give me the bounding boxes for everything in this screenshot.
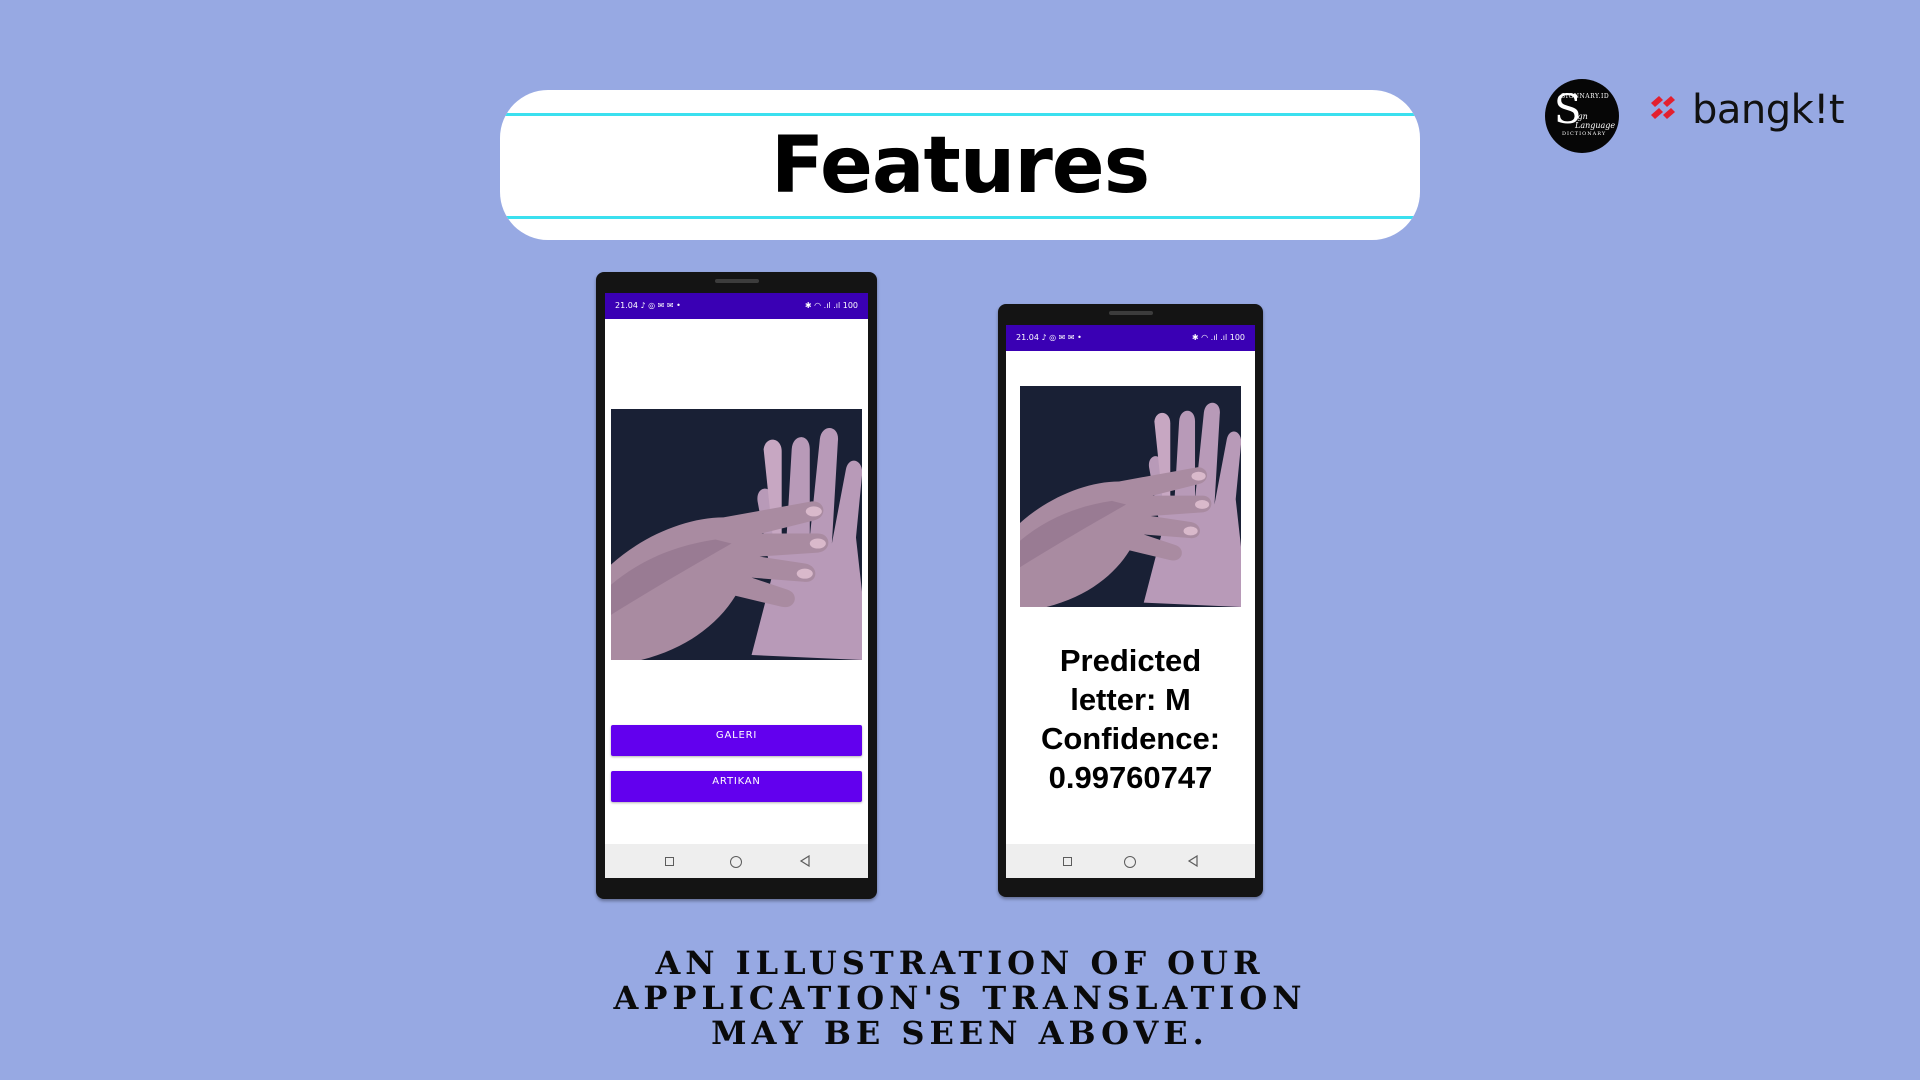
status-bar: 21.04 ♪ ◎ ✉ ✉ • ✱ ◠ .ıl .ıl 100: [605, 293, 868, 319]
bangkit-logo-icon: [1651, 96, 1675, 119]
system-status-icons: ✱ ◠ .ıl .ıl 100: [1191, 333, 1245, 342]
phone-speaker: [714, 279, 759, 283]
slide-caption: AN ILLUSTRATION OF OUR APPLICATION'S TRA…: [560, 946, 1360, 1051]
title-banner: Features: [500, 90, 1420, 240]
caption-line: APPLICATION'S TRANSLATION: [613, 979, 1307, 1017]
artikan-button[interactable]: ARTIKAN: [611, 771, 862, 802]
prediction-line: Confidence:: [1040, 721, 1221, 756]
notification-icons: ♪ ◎ ✉ ✉ •: [640, 301, 681, 310]
prediction-line: Predicted: [1059, 643, 1202, 678]
phone-screen-right: 21.04 ♪ ◎ ✉ ✉ • ✱ ◠ .ıl .ıl 100 Predicte…: [1006, 325, 1255, 878]
prediction-result: Predicted letter: M Confidence: 0.997607…: [1006, 641, 1255, 797]
sign-dictionary-logo: SIGNNARY.ID S ign Language DICTIONARY: [1545, 79, 1619, 153]
galeri-button[interactable]: GALERI: [611, 725, 862, 756]
hand-sign-illustration: [611, 409, 862, 660]
status-time: 21.04: [615, 301, 638, 310]
recent-apps-icon[interactable]: [1063, 857, 1072, 866]
status-time: 21.04: [1016, 333, 1039, 342]
caption-line: AN ILLUSTRATION OF OUR: [655, 944, 1265, 982]
home-icon[interactable]: [1124, 856, 1136, 868]
notification-icons: ♪ ◎ ✉ ✉ •: [1041, 333, 1082, 342]
prediction-line: 0.99760747: [1048, 760, 1213, 795]
hand-sign-image: [1020, 386, 1241, 607]
hand-sign-illustration: [1020, 386, 1241, 607]
prediction-line: letter: M: [1070, 682, 1191, 717]
home-icon[interactable]: [730, 856, 742, 868]
android-nav-bar: [1006, 844, 1255, 878]
phone-mockup-left: 21.04 ♪ ◎ ✉ ✉ • ✱ ◠ .ıl .ıl 100 GALERI A…: [596, 272, 877, 899]
android-nav-bar: [605, 844, 868, 878]
phone-speaker: [1108, 311, 1153, 315]
bangkit-wordmark: bangk!t: [1692, 87, 1845, 133]
system-status-icons: ✱ ◠ .ıl .ıl 100: [804, 301, 858, 310]
status-bar: 21.04 ♪ ◎ ✉ ✉ • ✱ ◠ .ıl .ıl 100: [1006, 325, 1255, 351]
back-icon[interactable]: [799, 855, 811, 867]
title-top-accent-line: [500, 113, 1420, 116]
logo-script-text: ign Language: [1575, 112, 1616, 130]
recent-apps-icon[interactable]: [665, 857, 674, 866]
title-bottom-accent-line: [500, 216, 1420, 219]
bangkit-logo: bangk!t: [1648, 88, 1845, 142]
phone-screen-left: 21.04 ♪ ◎ ✉ ✉ • ✱ ◠ .ıl .ıl 100 GALERI A…: [605, 293, 868, 878]
back-icon[interactable]: [1187, 855, 1199, 867]
page-title: Features: [770, 121, 1150, 211]
caption-line: MAY BE SEEN ABOVE.: [711, 1014, 1209, 1052]
phone-mockup-right: 21.04 ♪ ◎ ✉ ✉ • ✱ ◠ .ıl .ıl 100 Predicte…: [998, 304, 1263, 897]
hand-sign-image: [611, 409, 862, 660]
logo-bottom-text: DICTIONARY: [1562, 131, 1607, 137]
